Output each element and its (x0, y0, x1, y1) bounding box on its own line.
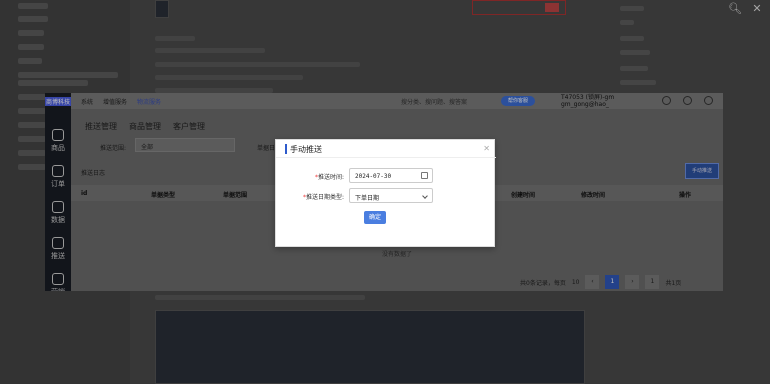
chevron-down-icon (422, 193, 428, 199)
dialog-header: 手动推送 ✕ (276, 140, 496, 158)
screen: 🔍︎ ✕ 商博科技 商品 订单 数据 推送 营销 系统 增值服务 物流服务 搜分… (0, 0, 770, 384)
push-time-input[interactable]: 2024-07-30 (349, 168, 433, 183)
confirm-button[interactable]: 确定 (364, 211, 386, 224)
manual-push-dialog: 手动推送 ✕ *推送时间: 2024-07-30 *推送日期类型: 下单日期 确… (275, 139, 496, 247)
title-accent-bar (285, 144, 287, 154)
push-time-label: *推送时间: (314, 174, 344, 181)
close-icon[interactable]: ✕ (483, 144, 490, 153)
date-type-label: *推送日期类型: (302, 194, 344, 201)
calendar-icon[interactable] (421, 172, 428, 179)
dialog-title: 手动推送 (290, 145, 322, 154)
date-type-select[interactable]: 下单日期 (349, 188, 433, 203)
